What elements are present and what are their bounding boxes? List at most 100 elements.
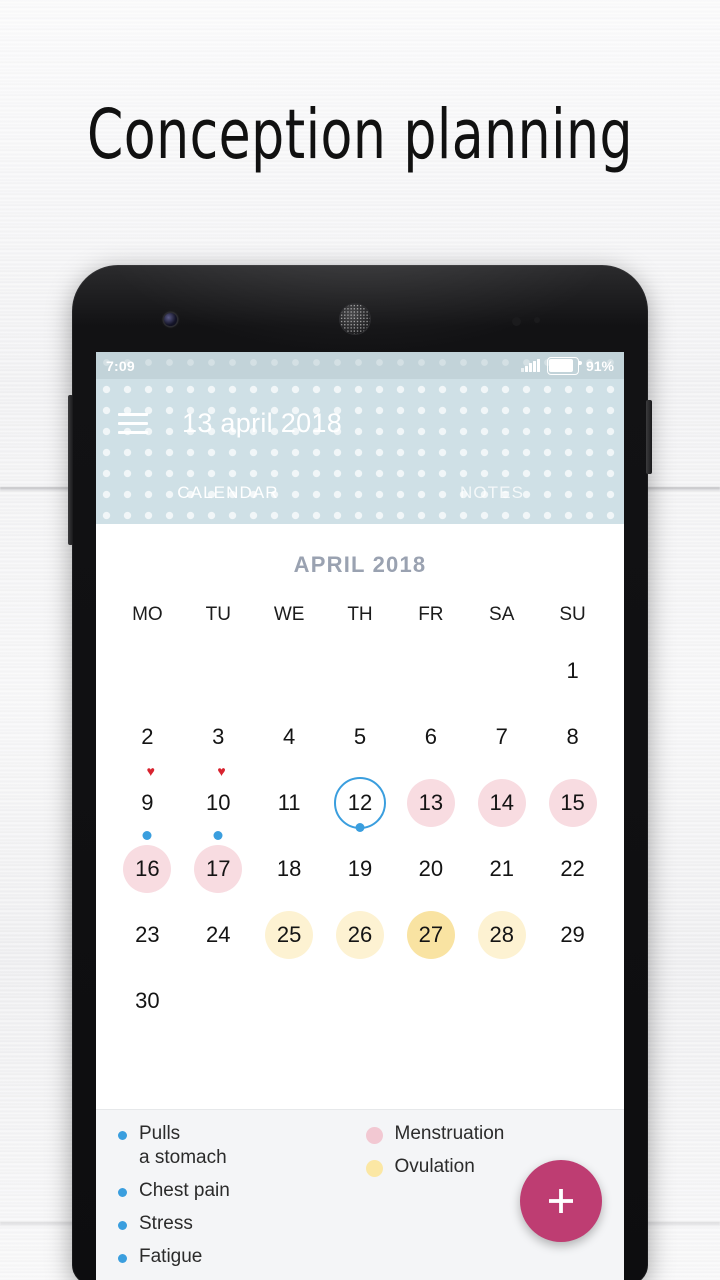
phone-screen: 7:09 91% 13 april 2018 CALENDAR NOTES AP… [96, 352, 624, 1280]
calendar-day-number: 23 [135, 922, 160, 947]
legend-label: Chest pain [139, 1179, 230, 1201]
calendar-day-13[interactable]: 13 [406, 779, 455, 827]
calendar-day-empty [265, 977, 313, 1025]
legend-label: Stress [139, 1212, 193, 1234]
calendar-day-15[interactable]: 15 [548, 779, 597, 827]
calendar-day-cell: 12 [325, 770, 396, 836]
calendar-day-cell [537, 968, 608, 1034]
calendar-day-23[interactable]: 23 [123, 911, 171, 959]
calendar-day-number: 30 [135, 988, 160, 1013]
calendar-day-number: 8 [566, 724, 579, 749]
weekday-label: SA [489, 604, 515, 625]
calendar-day-empty [407, 977, 455, 1025]
legend-label: Fatigue [139, 1245, 203, 1267]
calendar-day-2[interactable]: 2 [123, 713, 171, 761]
calendar-day-3[interactable]: 3 [194, 713, 242, 761]
battery-icon [546, 356, 582, 375]
calendar-day-29[interactable]: 29 [549, 911, 597, 959]
heart-icon: ♥ [217, 763, 226, 779]
calendar-day-empty [194, 977, 242, 1025]
symptom-dot-icon [118, 1131, 127, 1140]
calendar-week-row: 9 ♥ 10 ♥ 11 12 13 14 15 [112, 764, 608, 840]
calendar-day-empty [194, 647, 242, 695]
calendar-day-cell [183, 638, 254, 704]
symptom-dot-icon [355, 823, 365, 832]
calendar-day-number: 25 [276, 922, 302, 947]
add-entry-fab[interactable] [520, 1160, 602, 1242]
calendar-day-cell: 22 [537, 836, 608, 902]
calendar-day-24[interactable]: 24 [194, 911, 242, 959]
calendar-day-22[interactable]: 22 [549, 845, 597, 893]
battery-percent-label: 91% [585, 357, 614, 374]
calendar-day-8[interactable]: 8 [549, 713, 597, 761]
calendar-day-6[interactable]: 6 [407, 713, 455, 761]
proximity-sensor-icon [512, 317, 521, 326]
tab-notes[interactable]: NOTES [360, 467, 624, 519]
calendar-day-cell: 23 [112, 902, 183, 968]
phone-device: 7:09 91% 13 april 2018 CALENDAR NOTES AP… [68, 265, 652, 1280]
calendar-day-18[interactable]: 18 [265, 845, 313, 893]
calendar-day-cell: 27 [395, 902, 466, 968]
calendar-day-empty [123, 647, 171, 695]
calendar-day-cell: 29 [537, 902, 608, 968]
calendar-day-number: 16 [135, 856, 160, 881]
calendar-day-cell: 4 [254, 704, 325, 770]
calendar-day-5[interactable]: 5 [336, 713, 384, 761]
calendar-day-empty [336, 977, 384, 1025]
calendar-day-empty [336, 647, 384, 695]
calendar-grid: 1 2 3 4 5 6 7 8 9 ♥ 10 ♥ 11 12 13 14 15 16 17 18 19 20 21 22 23 2… [112, 638, 608, 1034]
calendar-day-cell: 19 [325, 836, 396, 902]
calendar-day-10[interactable]: 10 ♥ [194, 764, 242, 840]
calendar-day-17[interactable]: 17 [194, 845, 243, 893]
calendar-day-1[interactable]: 1 [549, 647, 597, 695]
calendar-day-cell: 15 [537, 770, 608, 836]
calendar-day-number: 5 [353, 724, 367, 749]
calendar-day-empty [478, 647, 526, 695]
calendar-day-number: 15 [560, 790, 585, 815]
plus-icon [549, 1189, 573, 1213]
calendar-day-cell [395, 638, 466, 704]
weekday-label: WE [273, 604, 305, 625]
calendar-day-number: 17 [206, 856, 231, 881]
calendar-day-number: 10 [206, 790, 231, 815]
weekday-label: FR [418, 604, 444, 625]
tab-calendar[interactable]: CALENDAR [96, 467, 360, 519]
legend-item: Fatigue [118, 1245, 344, 1269]
legend-item: Menstruation [365, 1122, 625, 1146]
volume-button[interactable] [68, 395, 73, 545]
calendar-day-cell: 1 [537, 638, 608, 704]
calendar-day-27[interactable]: 27 [406, 911, 455, 959]
calendar-day-cell [325, 638, 396, 704]
poster-headline: Conception planning [86, 96, 634, 176]
menstruation-swatch-icon [365, 1127, 383, 1144]
calendar-week-row: 30 [112, 968, 608, 1034]
hamburger-menu-icon[interactable] [118, 412, 148, 434]
calendar-day-25[interactable]: 25 [265, 911, 314, 959]
calendar-day-28[interactable]: 28 [477, 911, 526, 959]
calendar-day-cell: 2 [112, 704, 183, 770]
calendar-day-empty [549, 977, 597, 1025]
calendar-day-14[interactable]: 14 [477, 779, 526, 827]
calendar-day-cell: 16 [112, 836, 183, 902]
calendar-day-cell: 30 [112, 968, 183, 1034]
calendar-day-empty [265, 647, 313, 695]
calendar-day-11[interactable]: 11 [265, 779, 313, 827]
calendar-day-cell [466, 968, 537, 1034]
calendar-day-19[interactable]: 19 [336, 845, 384, 893]
calendar-day-7[interactable]: 7 [478, 713, 526, 761]
power-button[interactable] [646, 400, 652, 474]
calendar-day-26[interactable]: 26 [335, 911, 384, 959]
calendar-day-number: 3 [212, 724, 225, 749]
calendar-day-number: 21 [489, 856, 514, 881]
calendar-day-20[interactable]: 20 [407, 845, 455, 893]
legend-item: Pulls a stomach [118, 1122, 344, 1170]
calendar-day-12[interactable]: 12 [333, 777, 386, 832]
calendar-day-empty [478, 977, 526, 1025]
calendar-day-21[interactable]: 21 [478, 845, 526, 893]
calendar-day-cell: 5 [325, 704, 396, 770]
calendar-day-16[interactable]: 16 [123, 845, 172, 893]
calendar-day-4[interactable]: 4 [265, 713, 313, 761]
calendar-day-9[interactable]: 9 ♥ [123, 764, 171, 840]
calendar-day-number: 19 [347, 856, 373, 881]
calendar-day-30[interactable]: 30 [123, 977, 171, 1025]
